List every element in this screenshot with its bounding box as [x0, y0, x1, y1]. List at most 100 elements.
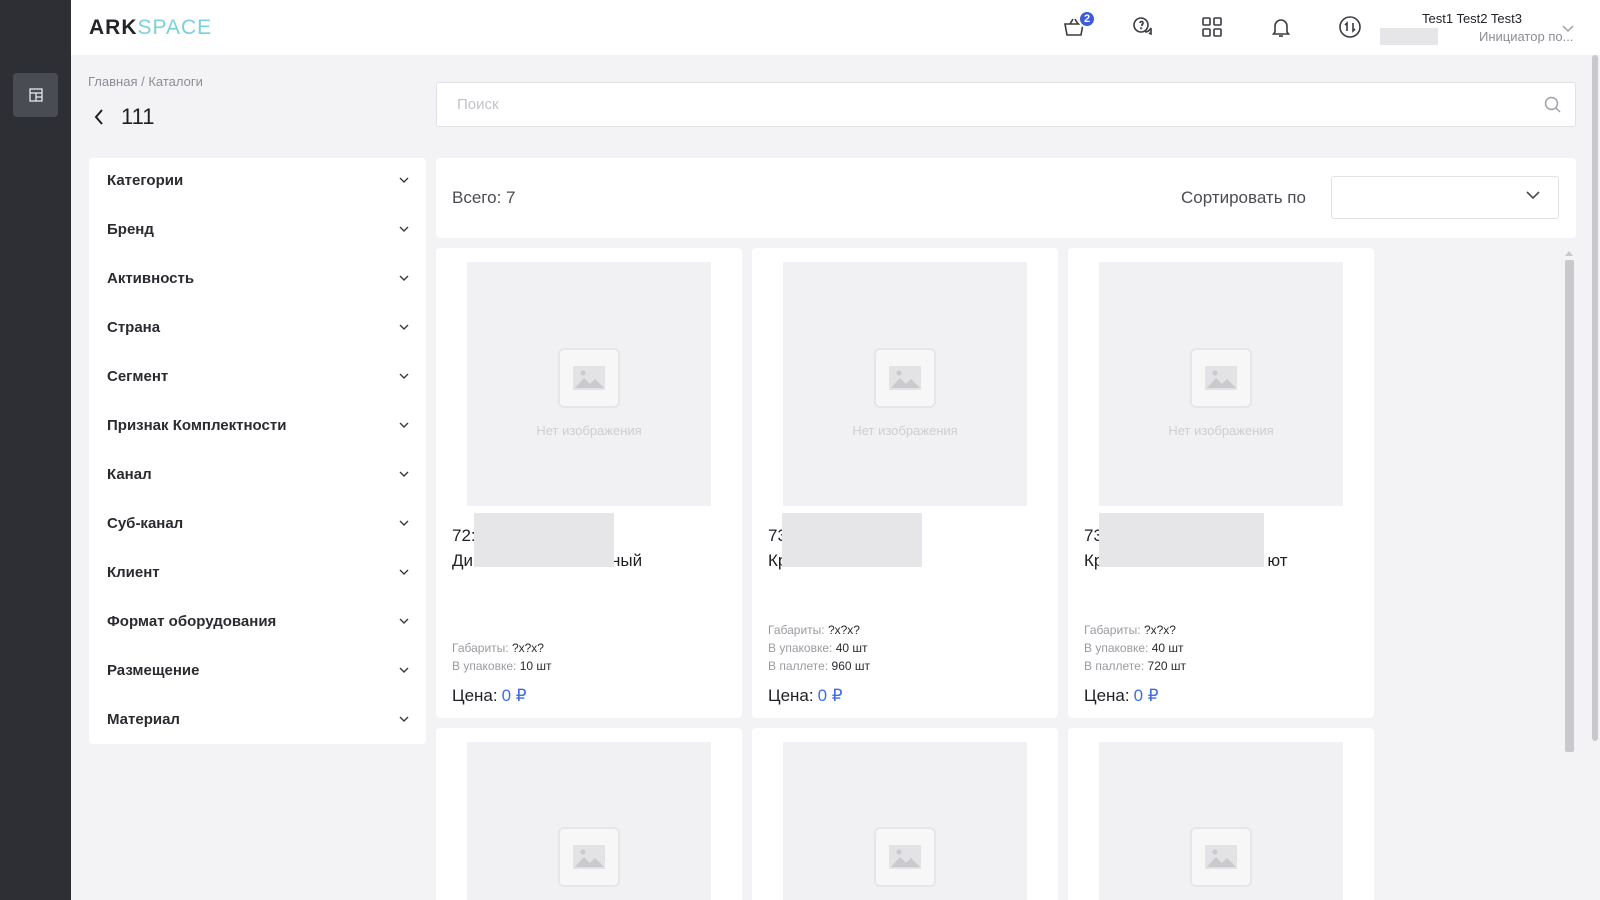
filter-segment[interactable]: Сегмент: [107, 361, 409, 391]
left-rail: [0, 0, 71, 900]
product-pack: В упаковке: 40 шт: [768, 641, 868, 655]
chevron-down-icon: [399, 716, 409, 722]
filter-label: Признак Комплектности: [107, 416, 287, 434]
sync-button[interactable]: [1336, 13, 1364, 41]
product-dims: Габариты: ?x?x?: [452, 641, 544, 655]
chevron-down-icon: [399, 618, 409, 624]
redacted-block: [1380, 28, 1438, 45]
top-bar: ARKSPACE 2 Test1 Test2 Test3 Инициатор п…: [71, 0, 1600, 55]
product-price: Цена: 0 ₽: [1084, 686, 1159, 705]
bell-icon: [1271, 19, 1291, 37]
product-card[interactable]: [436, 728, 742, 900]
product-dims: Габариты: ?x?x?: [768, 623, 860, 637]
breadcrumb-separator: /: [141, 74, 145, 89]
product-name-tail: ют: [1267, 551, 1288, 570]
chevron-down-icon: [1526, 191, 1540, 200]
app-logo[interactable]: ARKSPACE: [89, 16, 212, 40]
filter-label: Материал: [107, 710, 180, 728]
page-title: 111: [121, 104, 155, 129]
filter-client[interactable]: Клиент: [107, 557, 409, 587]
filter-material[interactable]: Материал: [107, 704, 409, 734]
catalog-icon: [28, 88, 43, 102]
image-placeholder: [1099, 742, 1343, 900]
back-button[interactable]: [94, 107, 112, 127]
cart-button[interactable]: 2: [1060, 10, 1096, 41]
image-placeholder-icon: [558, 348, 620, 408]
chat-button[interactable]: [1129, 13, 1157, 41]
product-card[interactable]: [752, 728, 1058, 900]
chevron-down-icon: [399, 471, 409, 477]
breadcrumb-current[interactable]: Каталоги: [148, 74, 203, 89]
filters-panel: Категории Бренд Активность Страна Сегмен…: [89, 158, 426, 744]
filter-activity[interactable]: Активность: [107, 263, 409, 293]
filter-channel[interactable]: Канал: [107, 459, 409, 489]
notifications-button[interactable]: [1267, 13, 1295, 41]
filter-label: Канал: [107, 465, 152, 483]
product-card[interactable]: Нет изображения 73 Кр ют Габариты: ?x?x? …: [1068, 248, 1374, 718]
apps-grid-icon: [1202, 17, 1222, 37]
breadcrumb: Главная / Каталоги: [88, 74, 203, 89]
filter-label: Бренд: [107, 220, 154, 238]
chevron-down-icon: [399, 422, 409, 428]
no-image-text: Нет изображения: [852, 423, 958, 438]
image-placeholder-icon: [1190, 348, 1252, 408]
filter-subchannel[interactable]: Суб-канал: [107, 508, 409, 538]
image-placeholder-icon: [1190, 827, 1252, 887]
apps-button[interactable]: [1198, 13, 1226, 41]
search-icon[interactable]: [1544, 96, 1561, 113]
image-placeholder: [467, 742, 711, 900]
redacted-block: [782, 513, 922, 567]
scroll-up-arrow[interactable]: [1565, 251, 1573, 256]
chevron-down-icon: [399, 177, 409, 183]
sort-select[interactable]: [1331, 176, 1559, 219]
filter-label: Активность: [107, 269, 195, 287]
catalog-nav-button[interactable]: [13, 73, 58, 117]
chevron-down-icon: [1562, 25, 1574, 33]
filter-brand[interactable]: Бренд: [107, 214, 409, 244]
filter-country[interactable]: Страна: [107, 312, 409, 342]
filter-label: Размещение: [107, 661, 200, 679]
image-placeholder: Нет изображения: [1099, 262, 1343, 506]
image-placeholder: [783, 742, 1027, 900]
filter-label: Страна: [107, 318, 161, 336]
user-menu-toggle[interactable]: [1562, 20, 1574, 38]
image-placeholder-icon: [874, 348, 936, 408]
chevron-down-icon: [399, 226, 409, 232]
sync-icon: [1339, 16, 1361, 38]
image-placeholder: Нет изображения: [783, 262, 1027, 506]
filter-label: Категории: [107, 171, 184, 189]
chevron-down-icon: [399, 569, 409, 575]
chevron-down-icon: [399, 520, 409, 526]
chevron-down-icon: [399, 275, 409, 281]
cart-count-badge: 2: [1078, 10, 1096, 28]
search-input[interactable]: Поиск: [436, 82, 1576, 127]
product-pallet: В паллете: 720 шт: [1084, 659, 1186, 673]
user-name[interactable]: Test1 Test2 Test3: [1407, 11, 1537, 26]
filter-categories[interactable]: Категории: [107, 165, 409, 195]
breadcrumb-home[interactable]: Главная: [88, 74, 137, 89]
filter-placement[interactable]: Размещение: [107, 655, 409, 685]
filter-label: Клиент: [107, 563, 160, 581]
no-image-text: Нет изображения: [536, 423, 642, 438]
filter-label: Формат оборудования: [107, 612, 277, 630]
product-price: Цена: 0 ₽: [768, 686, 843, 705]
results-toolbar: Всего: 7 Сортировать по: [436, 158, 1576, 238]
results-scrollbar-thumb[interactable]: [1565, 260, 1574, 752]
filter-label: Суб-канал: [107, 514, 184, 532]
product-card[interactable]: Нет изображения 72: Ди ный Габариты: ?x?x…: [436, 248, 742, 718]
user-role[interactable]: Инициатор по...: [1479, 29, 1573, 44]
page-scrollbar-thumb[interactable]: [1592, 55, 1598, 741]
product-card[interactable]: Нет изображения 73 Кр Габариты: ?x?x? В …: [752, 248, 1058, 718]
product-name-tail: ный: [611, 551, 643, 570]
product-name-line2: Ди: [452, 551, 474, 570]
product-card[interactable]: [1068, 728, 1374, 900]
chat-icon: [1133, 17, 1152, 36]
redacted-block: [1099, 513, 1264, 567]
sort-label: Сортировать по: [1181, 188, 1306, 207]
image-placeholder-icon: [558, 827, 620, 887]
image-placeholder: Нет изображения: [467, 262, 711, 506]
filter-completeness[interactable]: Признак Комплектности: [107, 410, 409, 440]
product-price: Цена: 0 ₽: [452, 686, 527, 705]
filter-equipment-format[interactable]: Формат оборудования: [107, 606, 409, 636]
search-placeholder: Поиск: [457, 96, 499, 113]
